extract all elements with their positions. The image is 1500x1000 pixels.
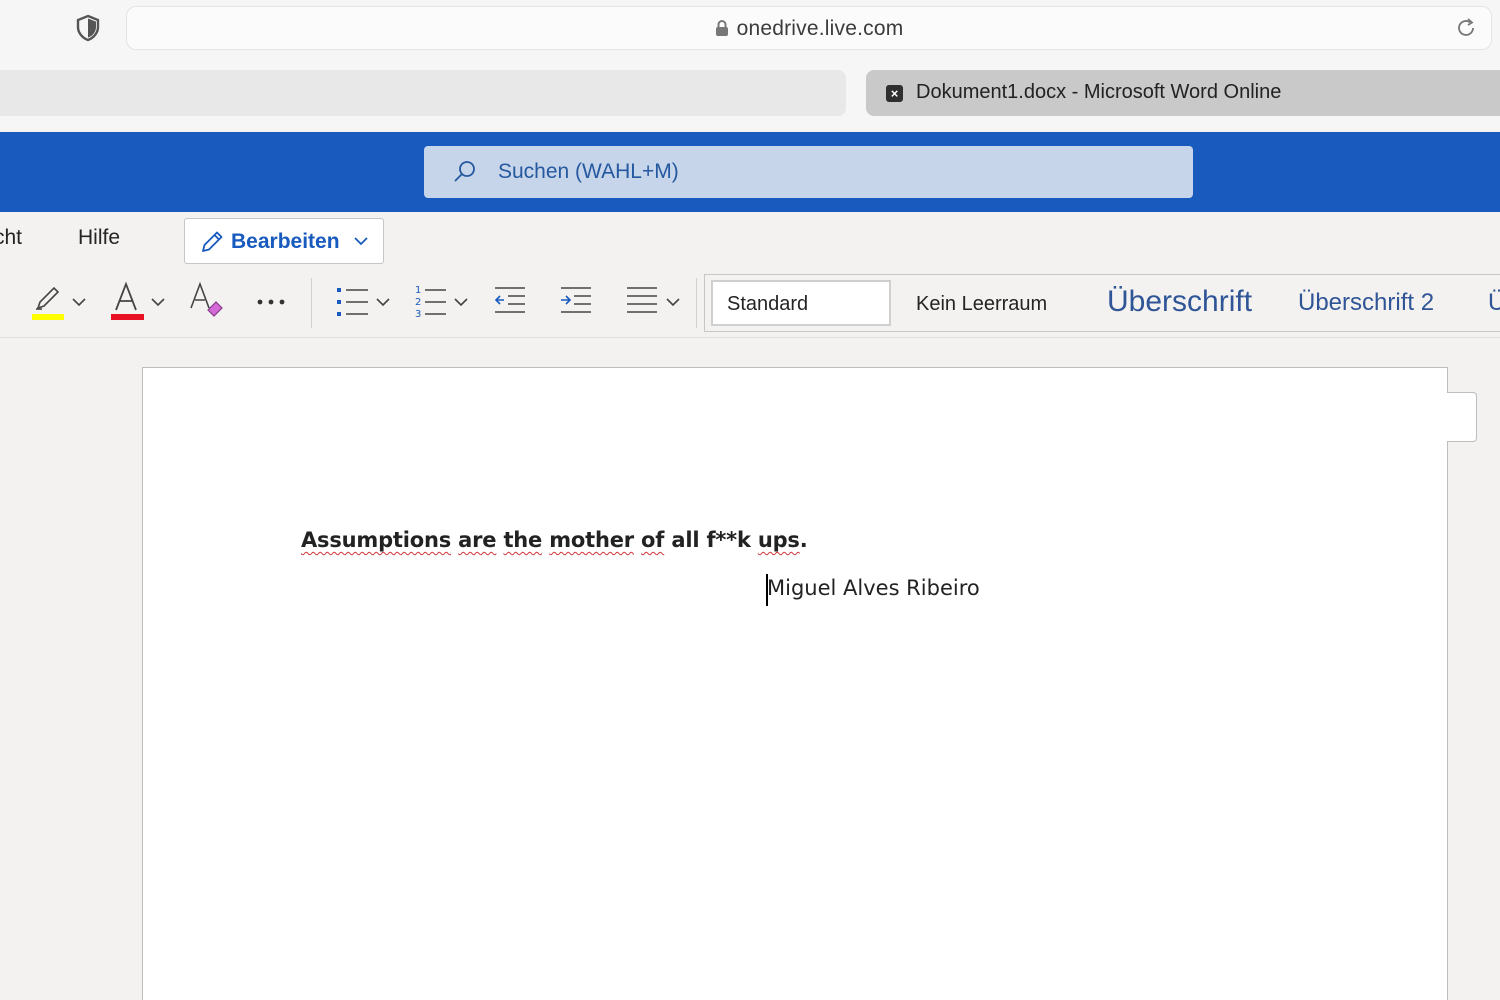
style-no-spacing[interactable]: Kein Leerraum <box>916 293 1047 316</box>
chevron-down-icon <box>354 237 368 246</box>
ribbon: cht Hilfe Bearbeiten <box>0 212 1500 338</box>
svg-text:3: 3 <box>415 309 421 320</box>
document-word: f**k <box>706 528 751 552</box>
highlight-color-button[interactable] <box>30 278 94 326</box>
spelling-error-word: ups <box>757 528 800 552</box>
tab-title: Dokument1.docx - Microsoft Word Online <box>916 81 1282 103</box>
search-icon <box>454 161 475 182</box>
edit-mode-label: Bearbeiten <box>231 230 340 253</box>
clear-formatting-icon[interactable] <box>188 278 228 326</box>
shield-icon[interactable] <box>74 14 102 42</box>
style-standard-label: Standard <box>727 293 809 315</box>
document-page[interactable]: Assumptions are the mother of all f**k u… <box>142 367 1448 1000</box>
address-bar[interactable]: onedrive.live.com <box>126 6 1492 50</box>
alignment-button[interactable] <box>624 278 686 326</box>
browser-toolbar: onedrive.live.com <box>0 0 1500 60</box>
document-author[interactable]: Miguel Alves Ribeiro <box>767 576 980 600</box>
style-next-partial[interactable]: Ü <box>1488 289 1500 317</box>
tab-hilfe[interactable]: Hilfe <box>78 226 120 250</box>
lock-icon <box>715 20 728 36</box>
styles-gallery: Standard Kein Leerraum Überschrift Übers… <box>704 274 1500 332</box>
font-color-button[interactable] <box>110 278 172 326</box>
search-placeholder: Suchen (WAHL+M) <box>498 160 679 183</box>
numbered-list-button[interactable]: 1 2 3 <box>412 278 474 326</box>
bullet-list-button[interactable] <box>334 278 396 326</box>
svg-text:1: 1 <box>415 285 421 296</box>
spelling-error-word: of <box>641 528 665 552</box>
document-word: all <box>671 528 700 552</box>
style-heading-1[interactable]: Überschrift <box>1107 285 1252 319</box>
toolbar-divider <box>311 278 312 328</box>
spelling-error-word: mother <box>549 528 634 552</box>
document-punctuation: . <box>799 528 808 552</box>
browser-tabs: × Dokument1.docx - Microsoft Word Online <box>0 60 1500 130</box>
svg-text:2: 2 <box>415 297 421 308</box>
more-options-icon[interactable] <box>252 278 292 326</box>
reload-icon[interactable] <box>1455 17 1477 39</box>
spelling-error-word: Assumptions <box>301 528 452 552</box>
increase-indent-icon[interactable] <box>558 278 594 326</box>
browser-tab-active[interactable]: × Dokument1.docx - Microsoft Word Online <box>866 70 1500 116</box>
decrease-indent-icon[interactable] <box>492 278 528 326</box>
word-header-bar: Suchen (WAHL+M) <box>0 132 1500 212</box>
style-standard[interactable]: Standard <box>711 280 891 326</box>
search-input[interactable]: Suchen (WAHL+M) <box>424 146 1193 198</box>
url-text: onedrive.live.com <box>736 17 904 40</box>
edit-mode-button[interactable]: Bearbeiten <box>184 218 384 264</box>
toolbar-divider <box>696 278 697 328</box>
comments-pane-tab[interactable] <box>1447 392 1477 442</box>
document-quote[interactable]: Assumptions are the mother of all f**k u… <box>301 528 808 552</box>
close-icon[interactable]: × <box>886 85 903 102</box>
style-heading-2[interactable]: Überschrift 2 <box>1298 289 1434 317</box>
spelling-error-word: the <box>503 528 543 552</box>
tab-ansicht[interactable]: cht <box>0 226 22 250</box>
browser-tab-inactive[interactable] <box>0 70 846 116</box>
spelling-error-word: are <box>458 528 497 552</box>
pencil-icon <box>202 231 223 252</box>
